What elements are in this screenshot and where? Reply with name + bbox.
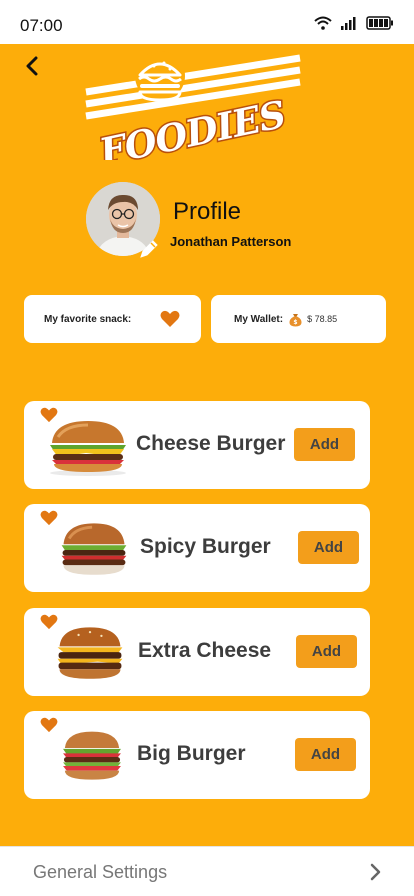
svg-text:$: $: [293, 319, 297, 326]
food-card-big-burger[interactable]: Big Burger Add: [24, 711, 370, 799]
status-time: 07:00: [20, 16, 63, 35]
food-name: Big Burger: [137, 742, 246, 765]
foodies-logo: FOODIES: [85, 51, 301, 160]
burger-logo-icon: [135, 51, 185, 102]
general-settings-row[interactable]: General Settings: [0, 846, 414, 896]
favorite-snack-card[interactable]: My favorite snack:: [24, 295, 201, 343]
main-screen: FOODIES Profile Jonathan Patterson My fa…: [0, 44, 414, 846]
chevron-right-icon: [370, 863, 381, 881]
chevron-left-icon: [26, 56, 38, 76]
wallet-label: My Wallet:: [234, 313, 284, 325]
general-settings-label: General Settings: [33, 862, 168, 882]
food-card-spicy-burger[interactable]: Spicy Burger Add: [24, 504, 370, 592]
battery-icon: [366, 16, 393, 30]
big-burger-image: [63, 731, 121, 780]
pencil-icon[interactable]: [138, 238, 160, 260]
food-card-cheese-burger[interactable]: Cheese Burger Add: [24, 401, 370, 489]
food-card-extra-cheese[interactable]: Extra Cheese Add: [24, 608, 370, 696]
money-bag-icon: $: [289, 313, 302, 326]
profile-name: Jonathan Patterson: [170, 234, 292, 249]
add-button[interactable]: Add: [298, 531, 359, 564]
add-button[interactable]: Add: [295, 738, 356, 771]
cheese-burger-image: [50, 421, 126, 476]
food-name: Extra Cheese: [138, 639, 272, 662]
food-name: Spicy Burger: [140, 535, 271, 558]
wallet-card[interactable]: My Wallet: $ $ 78.85: [211, 295, 386, 343]
heart-icon: [160, 310, 180, 327]
back-button[interactable]: [18, 52, 46, 80]
status-bar: 07:00: [0, 0, 414, 44]
add-button[interactable]: Add: [294, 428, 355, 461]
profile-title: Profile: [173, 198, 242, 225]
status-icons: [314, 16, 394, 30]
add-button[interactable]: Add: [296, 635, 357, 668]
wifi-icon: [314, 16, 332, 30]
extra-cheese-burger-image: [57, 627, 123, 679]
food-name: Cheese Burger: [136, 432, 286, 455]
signal-icon: [341, 17, 356, 30]
favorite-snack-label: My favorite snack:: [44, 313, 132, 325]
spicy-burger-image: [61, 523, 127, 575]
wallet-amount: $ 78.85: [307, 314, 338, 324]
